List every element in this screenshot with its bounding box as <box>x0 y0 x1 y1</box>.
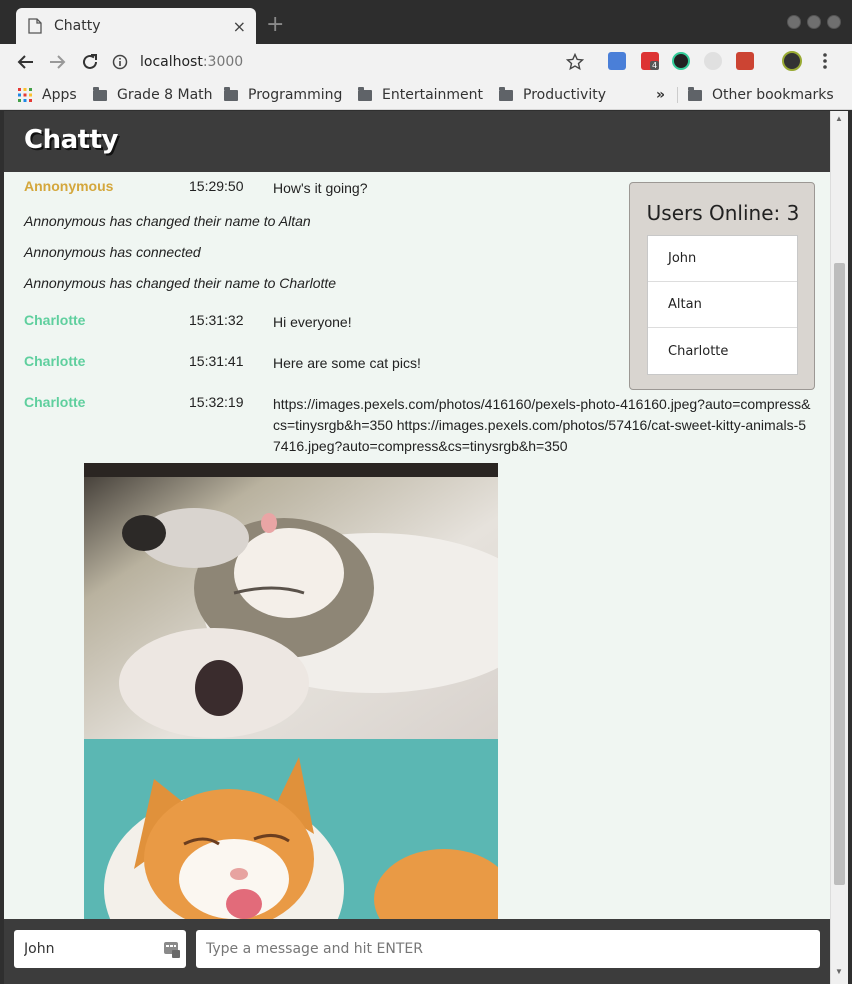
reload-button[interactable] <box>79 52 101 72</box>
system-message: Annonymous has changed their name to Alt… <box>24 213 311 229</box>
page-viewport: Chatty Annonymous 15:29:50 How's it goin… <box>4 111 830 984</box>
users-online-panel: Users Online: 3 John Altan Charlotte <box>629 182 815 390</box>
page-scrollbar[interactable]: ▲ ▼ <box>830 111 848 984</box>
scroll-up-arrow-icon[interactable]: ▲ <box>835 114 843 123</box>
username-input[interactable] <box>14 930 186 968</box>
folder-icon <box>93 86 107 101</box>
message-time: 15:31:32 <box>189 312 244 328</box>
user-list-item: Charlotte <box>668 343 729 359</box>
message-username: Charlotte <box>24 353 86 369</box>
message-time: 15:29:50 <box>189 178 244 194</box>
autofill-icon[interactable] <box>164 940 180 958</box>
minimize-button[interactable] <box>787 15 801 29</box>
bookmarks-bar: Apps Grade 8 Math Programming Entertainm… <box>0 80 852 110</box>
forward-button[interactable] <box>47 52 69 72</box>
apps-grid-icon <box>18 88 32 102</box>
bookmark-productivity[interactable]: Productivity <box>499 86 606 104</box>
app-title: Chatty <box>24 125 118 155</box>
bookmark-star-icon[interactable] <box>566 53 584 71</box>
tab-close-icon[interactable]: × <box>233 17 246 36</box>
address-bar[interactable]: localhost:3000 <box>112 48 592 76</box>
maximize-button[interactable] <box>807 15 821 29</box>
folder-icon <box>358 86 372 101</box>
cat-image <box>84 739 498 919</box>
url-host: localhost <box>140 54 203 70</box>
sync-extension-icon[interactable] <box>704 52 722 70</box>
bookmark-apps[interactable]: Apps <box>18 86 77 104</box>
screenshot-extension-icon[interactable] <box>736 52 754 70</box>
url-port: :3000 <box>202 54 244 70</box>
reload-icon <box>83 54 97 69</box>
back-arrow-icon <box>17 55 33 69</box>
translate-extension-icon[interactable] <box>608 52 626 70</box>
back-button[interactable] <box>14 52 36 72</box>
message-username: Charlotte <box>24 394 86 410</box>
bookmark-label: Other bookmarks <box>712 87 834 103</box>
extension-icon[interactable]: 4 <box>641 52 660 70</box>
forward-arrow-icon <box>50 55 66 69</box>
system-message: Annonymous has changed their name to Cha… <box>24 275 337 291</box>
bookmark-grade-8-math[interactable]: Grade 8 Math <box>93 86 213 104</box>
window-close-button[interactable] <box>827 15 841 29</box>
system-message: Annonymous has connected <box>24 244 201 260</box>
app-header: Chatty <box>4 111 830 172</box>
tab-bar: Chatty × + <box>0 0 852 44</box>
message-time: 15:32:19 <box>189 394 244 410</box>
info-icon[interactable] <box>112 54 128 70</box>
message-time: 15:31:41 <box>189 353 244 369</box>
tab-title: Chatty <box>54 18 101 34</box>
scroll-thumb[interactable] <box>834 263 845 885</box>
bookmark-other[interactable]: Other bookmarks <box>688 86 834 104</box>
page-icon <box>28 18 42 34</box>
bookmark-label: Entertainment <box>382 87 484 103</box>
bookmark-label: Programming <box>248 87 343 103</box>
message-text: https://images.pexels.com/photos/416160/… <box>273 396 811 454</box>
message-username: Annonymous <box>24 178 114 194</box>
users-online-title: Users Online: 3 <box>646 201 800 225</box>
cat-image <box>84 463 498 739</box>
browser-toolbar: localhost:3000 4 <box>0 44 852 80</box>
bookmark-entertainment[interactable]: Entertainment <box>358 86 483 104</box>
folder-icon <box>224 86 238 101</box>
scroll-down-arrow-icon[interactable]: ▼ <box>835 967 843 976</box>
folder-icon <box>499 86 513 101</box>
menu-kebab-icon[interactable] <box>818 52 832 70</box>
chat-bar <box>4 919 830 984</box>
bookmark-label: Productivity <box>523 87 606 103</box>
bookmark-label: Grade 8 Math <box>117 87 213 103</box>
browser-window: Chatty × + localhost:3000 4 Apps Grade … <box>0 0 852 984</box>
extension-badge: 4 <box>650 61 660 70</box>
new-tab-button[interactable]: + <box>266 12 284 37</box>
tab-chatty[interactable]: Chatty × <box>16 8 256 44</box>
bookmarks-divider <box>677 87 678 103</box>
bookmark-programming[interactable]: Programming <box>224 86 342 104</box>
folder-icon <box>688 86 702 101</box>
user-list-item: Altan <box>648 282 797 328</box>
avatar[interactable] <box>782 51 802 71</box>
message-username: Charlotte <box>24 312 86 328</box>
bookmarks-overflow-button[interactable]: » <box>656 86 665 104</box>
user-list-item: John <box>648 236 797 282</box>
bookmark-label: Apps <box>42 87 77 103</box>
color-extension-icon[interactable] <box>672 52 690 70</box>
message-input[interactable] <box>196 930 820 968</box>
users-online-list: John Altan Charlotte <box>647 235 798 375</box>
